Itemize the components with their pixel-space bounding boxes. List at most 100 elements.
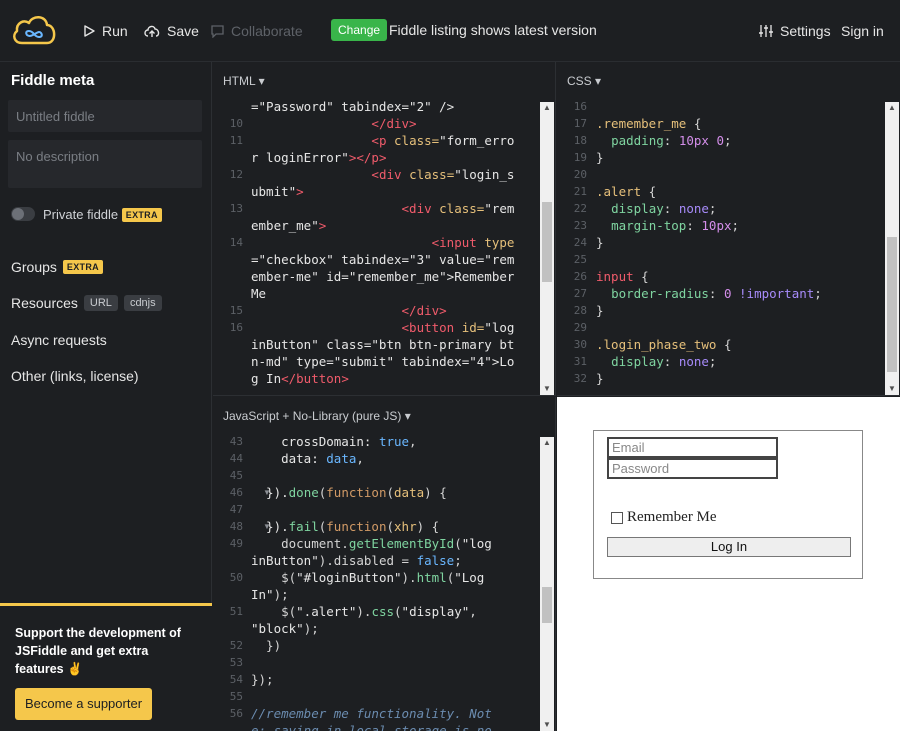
line-number: 22: [573, 202, 587, 215]
line-number: 32: [573, 372, 587, 385]
line-number: 21: [573, 185, 587, 198]
jsfiddle-logo-icon[interactable]: [10, 13, 58, 49]
html-code[interactable]: ="Password" tabindex="2" /> </div> <p cl…: [251, 98, 514, 387]
line-number: 55: [229, 690, 243, 703]
line-number: 12: [229, 168, 243, 181]
remember-me-row: Remember Me: [611, 509, 717, 526]
sidebar-title: Fiddle meta: [11, 72, 95, 89]
line-number: 48: [229, 520, 243, 533]
scroll-thumb[interactable]: [887, 237, 897, 372]
line-number: 49: [229, 537, 243, 550]
cloud-upload-icon: [144, 25, 160, 37]
line-number: 29: [573, 321, 587, 334]
line-number: 45: [229, 469, 243, 482]
result-panel: Email Password Remember Me Log In: [557, 397, 900, 731]
support-box: Support the development of JSFiddle and …: [0, 603, 212, 731]
html-scrollbar[interactable]: ▲ ▼: [540, 102, 554, 395]
support-text: Support the development of JSFiddle and …: [15, 626, 181, 676]
line-number: 28: [573, 304, 587, 317]
cdnjs-chip[interactable]: cdnjs: [123, 295, 162, 311]
email-input[interactable]: Email: [607, 437, 778, 458]
fold-arrow-icon[interactable]: ▼: [263, 488, 271, 497]
password-input[interactable]: Password: [607, 458, 778, 479]
line-number: 26: [573, 270, 587, 283]
scroll-up-icon[interactable]: ▲: [885, 102, 899, 114]
css-panel: CSS ▾ 16 17 18 19 20 21 22 23 24 25 26 27 28 29 30 31 32…: [557, 62, 900, 396]
js-panel-header[interactable]: JavaScript + No-Library (pure JS) ▾: [223, 409, 411, 423]
line-number: 14: [229, 236, 243, 249]
line-number: 53: [229, 656, 243, 669]
line-number: 46: [229, 486, 243, 499]
signin-label: Sign in: [841, 23, 884, 39]
login-button[interactable]: Log In: [607, 537, 851, 557]
resources-label: Resources: [11, 295, 78, 311]
sidebar-item-groups[interactable]: Groups EXTRA: [11, 259, 103, 275]
line-number: 17: [573, 117, 587, 130]
save-button[interactable]: Save: [143, 20, 199, 42]
scroll-down-icon[interactable]: ▼: [540, 719, 554, 731]
fiddle-title-input[interactable]: Untitled fiddle: [8, 100, 202, 132]
css-scrollbar[interactable]: ▲ ▼: [885, 102, 899, 395]
run-button[interactable]: Run: [82, 20, 128, 42]
line-number: 18: [573, 134, 587, 147]
scroll-down-icon[interactable]: ▼: [540, 383, 554, 395]
change-badge[interactable]: Change: [331, 19, 388, 41]
change-message: Fiddle listing shows latest version: [389, 22, 597, 38]
collaborate-button[interactable]: Collaborate: [210, 20, 303, 42]
line-number: 43: [229, 435, 243, 448]
line-number: 10: [229, 117, 243, 130]
line-number: 20: [573, 168, 587, 181]
settings-label: Settings: [780, 23, 831, 39]
scroll-up-icon[interactable]: ▲: [540, 437, 554, 449]
top-bar: Run Save Collaborate Change Fiddle listi…: [0, 0, 900, 62]
line-number: 19: [573, 151, 587, 164]
sidebar-item-async[interactable]: Async requests: [11, 332, 107, 348]
url-chip[interactable]: URL: [83, 295, 118, 311]
fiddle-description-input[interactable]: No description: [8, 140, 202, 188]
login-form: Email Password Remember Me Log In: [593, 430, 863, 579]
remember-me-label: Remember Me: [627, 509, 717, 525]
jsfiddle-app: Run Save Collaborate Change Fiddle listi…: [0, 0, 900, 731]
line-number: 52: [229, 639, 243, 652]
become-supporter-button[interactable]: Become a supporter: [15, 688, 152, 720]
sidebar-item-other[interactable]: Other (links, license): [11, 368, 139, 384]
html-panel: HTML ▾ 10 11 12 13 14 15 16 ="Password" tabind…: [213, 62, 556, 396]
signin-button[interactable]: Sign in: [841, 20, 884, 42]
line-number: 31: [573, 355, 587, 368]
line-number: 50: [229, 571, 243, 584]
scroll-down-icon[interactable]: ▼: [885, 383, 899, 395]
sidebar-item-resources[interactable]: Resources URL cdnjs: [11, 295, 162, 311]
chat-bubble-icon: [211, 25, 224, 38]
line-number: 13: [229, 202, 243, 215]
sidebar: Fiddle meta Untitled fiddle No descripti…: [0, 62, 212, 731]
line-number: 27: [573, 287, 587, 300]
css-panel-header[interactable]: CSS ▾: [567, 74, 601, 88]
css-code[interactable]: .remember_me { padding: 10px 0; } .alert…: [596, 98, 822, 387]
line-number: 51: [229, 605, 243, 618]
line-number: 56: [229, 707, 243, 720]
line-number: 16: [573, 100, 587, 113]
scroll-thumb[interactable]: [542, 587, 552, 623]
groups-label: Groups: [11, 259, 57, 275]
fold-arrow-icon[interactable]: ▼: [263, 522, 271, 531]
js-code[interactable]: crossDomain: true, data: data, }).done(f…: [251, 433, 492, 731]
scroll-up-icon[interactable]: ▲: [540, 102, 554, 114]
scroll-thumb[interactable]: [542, 202, 552, 282]
line-number: 23: [573, 219, 587, 232]
private-fiddle-text: Private fiddle: [43, 207, 119, 222]
line-number: 30: [573, 338, 587, 351]
line-number: 15: [229, 304, 243, 317]
line-number: 54: [229, 673, 243, 686]
line-number: 24: [573, 236, 587, 249]
remember-me-checkbox[interactable]: [611, 511, 623, 524]
sliders-icon: [759, 25, 773, 37]
line-number: 44: [229, 452, 243, 465]
js-scrollbar[interactable]: ▲ ▼: [540, 437, 554, 731]
html-panel-header[interactable]: HTML ▾: [223, 74, 265, 88]
private-fiddle-label: Private fiddle EXTRA: [43, 207, 162, 222]
settings-button[interactable]: Settings: [758, 20, 831, 42]
groups-extra-badge: EXTRA: [62, 260, 103, 274]
private-toggle[interactable]: [11, 207, 35, 221]
run-label: Run: [102, 23, 128, 39]
line-number: 47: [229, 503, 243, 516]
